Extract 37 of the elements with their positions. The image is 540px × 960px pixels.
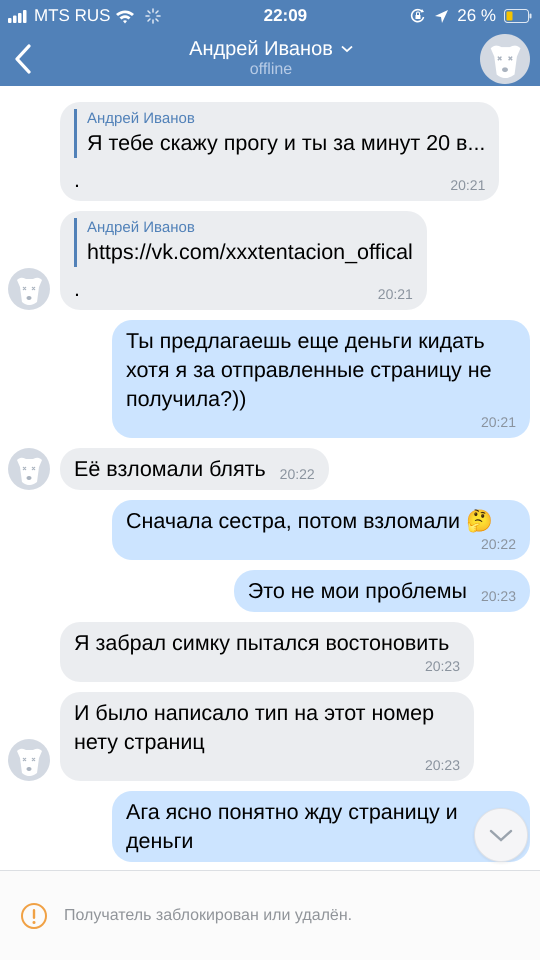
message-time: 20:22 (278, 466, 315, 482)
message-time: 20:21 (449, 177, 486, 193)
avatar-icon[interactable] (480, 34, 530, 84)
message-text: . (74, 276, 80, 303)
message-text: И было написало тип на этот номер нету страниц (74, 700, 436, 756)
message-text: Ага ясно понятно жду страницу и деньги (126, 799, 459, 855)
message-text: Это не мои проблемы (248, 578, 467, 605)
quote-author: Андрей Иванов (87, 218, 196, 238)
carrier-name: MTS RUS (34, 5, 110, 28)
message-time: 20:23 (424, 658, 460, 674)
rotation-lock-icon (410, 8, 426, 24)
message-text: Ты предлагаешь еще деньги кидать хотя я за отправленные страницу не получила?)) (126, 328, 493, 413)
back-icon[interactable] (14, 44, 32, 74)
wifi-icon (114, 8, 134, 24)
quote-author: Андрей Иванов (87, 109, 196, 129)
chevron-down-icon (489, 828, 513, 842)
chat-title-button[interactable]: Андрей Иванов (189, 38, 353, 60)
message-text: Её взломали блять (74, 456, 266, 483)
caret-icon (340, 45, 353, 53)
message-time: 20:21 (376, 286, 413, 302)
notice-text: Получатель заблокирован или удалён. (64, 906, 352, 926)
message-text: Я забрал симку пытался востоновить (74, 630, 450, 657)
status-time: 22:09 (264, 5, 308, 28)
message-text: Сначала сестра, потом взломали 🤔 (126, 508, 493, 535)
message-time: 20:22 (480, 536, 516, 552)
contact-status: offline (250, 60, 292, 80)
battery-percent: 26 % (457, 5, 496, 28)
battery-icon (504, 9, 532, 23)
loading-icon (144, 8, 160, 24)
message-text: . (74, 167, 80, 194)
message-time: 20:23 (480, 588, 516, 604)
message-time: 20:23 (424, 757, 460, 773)
quote-text: https://vk.com/xxxtentacion_offical (87, 239, 413, 266)
location-icon (434, 8, 450, 24)
message-time: 20:21 (480, 414, 516, 430)
quote-text: Я тебе скажу прогу и ты за минут 20 в... (87, 130, 486, 157)
warning-icon (20, 902, 48, 930)
